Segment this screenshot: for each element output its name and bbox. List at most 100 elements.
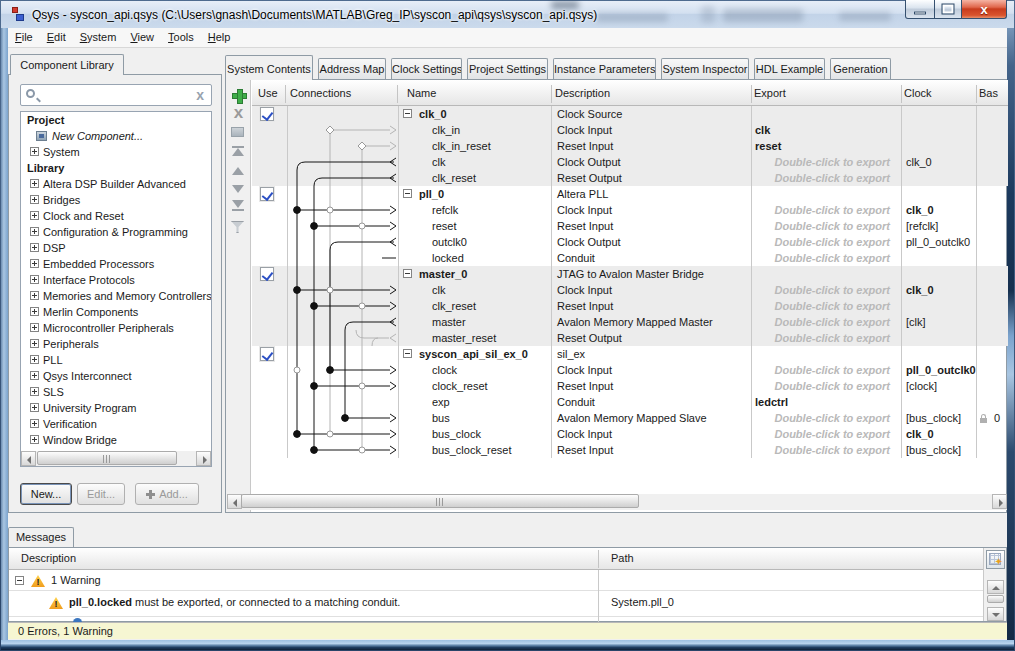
expand-icon[interactable]	[30, 147, 39, 156]
tree-item[interactable]: Altera DSP Builder Advanced	[21, 176, 211, 192]
expand-icon[interactable]	[30, 355, 39, 364]
tree-item[interactable]: Peripherals	[21, 336, 211, 352]
table-horizontal-scrollbar[interactable]	[227, 494, 1007, 510]
move-down-button[interactable]	[231, 182, 246, 196]
tree-horizontal-scrollbar[interactable]	[21, 451, 211, 466]
message-path: System.pll_0	[611, 596, 674, 608]
col-name[interactable]: Name	[407, 87, 436, 99]
edit-component-button[interactable]	[231, 125, 246, 139]
tree-item[interactable]: Interface Protocols	[21, 272, 211, 288]
grid-line	[901, 106, 902, 458]
tree-item[interactable]: Memories and Memory Controllers	[21, 288, 211, 304]
tree-item[interactable]: DSP	[21, 240, 211, 256]
expand-icon[interactable]	[30, 291, 39, 300]
tree-item[interactable]: New Component...	[21, 128, 211, 144]
collapse-icon[interactable]	[403, 189, 412, 198]
col-bas[interactable]: Bas	[979, 87, 998, 99]
minimize-button[interactable]	[905, 0, 935, 19]
edit-button[interactable]: Edit...	[77, 483, 125, 505]
menu-system[interactable]: System	[73, 28, 124, 48]
tree-item[interactable]: Microcontroller Peripherals	[21, 320, 211, 336]
menu-tools[interactable]: Tools	[161, 28, 201, 48]
tree-item[interactable]: SLS	[21, 384, 211, 400]
expand-icon[interactable]	[30, 307, 39, 316]
description: Altera PLL	[557, 186, 608, 202]
tree-item[interactable]: Qsys Interconnect	[21, 368, 211, 384]
move-bottom-button[interactable]	[231, 200, 246, 214]
tab-generation[interactable]: Generation	[830, 58, 891, 79]
expand-icon[interactable]	[30, 339, 39, 348]
expand-icon[interactable]	[30, 243, 39, 252]
tab-clock-settings[interactable]: Clock Settings	[391, 58, 462, 79]
menu-help[interactable]: Help	[201, 28, 238, 48]
expand-icon[interactable]	[30, 195, 39, 204]
expand-icon[interactable]	[30, 419, 39, 428]
expand-icon[interactable]	[30, 371, 39, 380]
description: Reset Input	[557, 138, 613, 154]
tab-instance-parameters[interactable]: Instance Parameters	[553, 58, 656, 79]
expand-icon[interactable]	[30, 179, 39, 188]
tree-item[interactable]: Window Bridge	[21, 432, 211, 448]
close-button[interactable]: x	[961, 0, 1007, 19]
tab-hdl-example[interactable]: HDL Example	[754, 58, 825, 79]
tab-system-inspector[interactable]: System Inspector	[661, 58, 749, 79]
col-description[interactable]: Description	[555, 87, 610, 99]
message-group-row[interactable]: ! 1 Warning	[9, 570, 983, 591]
tree-item[interactable]: Configuration & Programming	[21, 224, 211, 240]
move-up-button[interactable]	[231, 164, 246, 178]
expand-icon[interactable]	[30, 211, 39, 220]
add-component-button[interactable]	[231, 88, 246, 102]
expand-icon[interactable]	[30, 387, 39, 396]
collapse-icon[interactable]	[403, 109, 412, 118]
tree-item[interactable]: Embedded Processors	[21, 256, 211, 272]
add-button[interactable]: Add...	[135, 483, 199, 505]
tree-item[interactable]: PLL	[21, 352, 211, 368]
tree-item[interactable]: University Program	[21, 400, 211, 416]
col-connections[interactable]: Connections	[290, 87, 351, 99]
tab-project-settings[interactable]: Project Settings	[467, 58, 548, 79]
col-clock[interactable]: Clock	[904, 87, 932, 99]
new-button[interactable]: New...	[20, 483, 72, 505]
collapse-icon[interactable]	[15, 576, 24, 585]
filter-button[interactable]	[231, 221, 246, 235]
connections-diagram[interactable]	[252, 104, 402, 464]
tree-item[interactable]: System	[21, 144, 211, 160]
expand-icon[interactable]	[30, 275, 39, 284]
messages-col-path: Path	[611, 552, 634, 564]
menu-file[interactable]: File	[8, 28, 40, 48]
tree-item-label: University Program	[43, 400, 137, 416]
collapse-icon[interactable]	[403, 349, 412, 358]
lock-icon[interactable]	[980, 418, 987, 423]
search-input[interactable]: x	[20, 84, 212, 106]
export-placeholder: Double-click to export	[754, 410, 890, 426]
tree-item[interactable]: Library	[21, 160, 211, 176]
tab-messages[interactable]: Messages	[8, 527, 74, 547]
tree-item[interactable]: Clock and Reset	[21, 208, 211, 224]
expand-icon[interactable]	[30, 227, 39, 236]
port-name: locked	[432, 250, 464, 266]
menu-edit[interactable]: Edit	[40, 28, 73, 48]
remove-component-button[interactable]: x	[231, 106, 246, 120]
tree-item[interactable]: Verification	[21, 416, 211, 432]
message-filter-icon[interactable]: ✦	[986, 550, 1005, 569]
collapse-icon[interactable]	[403, 269, 412, 278]
col-use[interactable]: Use	[258, 87, 278, 99]
message-row[interactable]: ! pll_0.locked must be exported, or conn…	[9, 591, 983, 617]
component-library-buttons: New...Edit... Add...	[9, 483, 223, 507]
expand-icon[interactable]	[30, 435, 39, 444]
expand-icon[interactable]	[30, 323, 39, 332]
maximize-button[interactable]	[934, 0, 962, 19]
menu-view[interactable]: View	[123, 28, 161, 48]
messages-scrollbar[interactable]: ✦	[983, 548, 1006, 621]
tab-address-map[interactable]: Address Map	[318, 58, 386, 79]
clear-search-icon[interactable]: x	[196, 87, 204, 103]
expand-icon[interactable]	[30, 259, 39, 268]
tree-item[interactable]: Project	[21, 112, 211, 128]
expand-icon[interactable]	[30, 403, 39, 412]
tab-component-library[interactable]: Component Library	[10, 54, 124, 75]
tab-system-contents[interactable]: System Contents	[225, 55, 313, 80]
col-export[interactable]: Export	[754, 87, 786, 99]
tree-item[interactable]: Bridges	[21, 192, 211, 208]
move-top-button[interactable]	[231, 146, 246, 160]
tree-item[interactable]: Merlin Components	[21, 304, 211, 320]
